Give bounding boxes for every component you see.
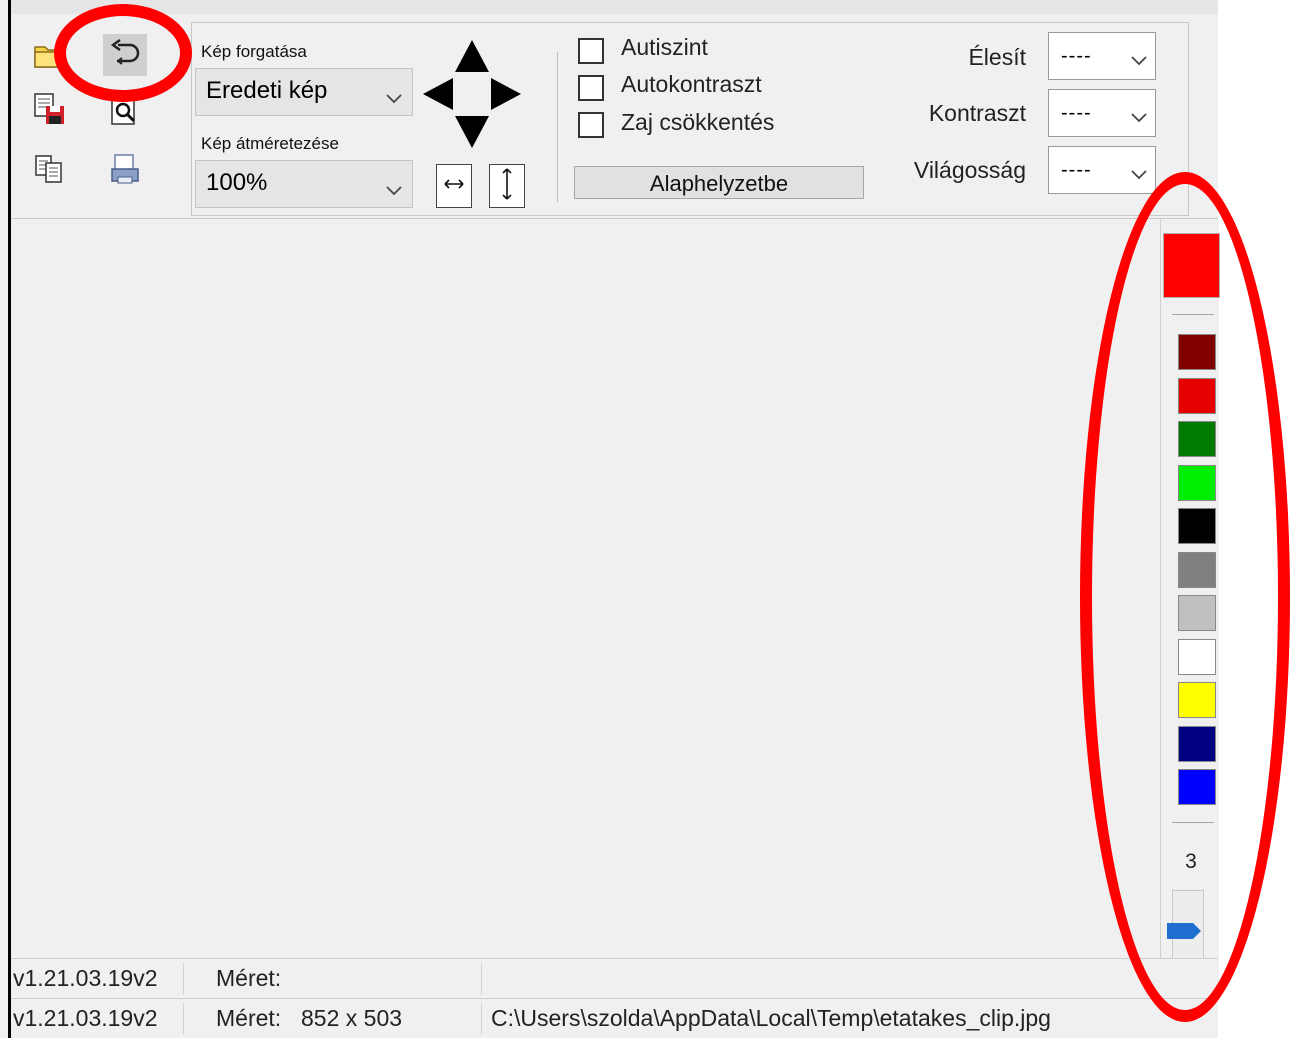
- brightness-value: ----: [1061, 159, 1092, 181]
- version-label: v1.21.03.19v2: [13, 965, 158, 991]
- chevron-down-icon: [1131, 49, 1147, 72]
- status-divider: [183, 1003, 184, 1035]
- rotate-select-value: Eredeti kép: [206, 77, 328, 104]
- rotate-select[interactable]: Eredeti kép: [195, 68, 413, 116]
- checkbox-autokontraszt-label: Autokontraszt: [621, 71, 762, 97]
- arrow-right-icon[interactable]: [491, 78, 521, 110]
- undo-icon: [108, 37, 142, 74]
- version-label: v1.21.03.19v2: [13, 1005, 158, 1031]
- size-label: Méret:: [216, 965, 282, 991]
- status-divider: [183, 963, 184, 995]
- arrow-left-icon[interactable]: [423, 78, 453, 110]
- contrast-value: ----: [1061, 102, 1092, 124]
- copy-icon: [33, 153, 65, 190]
- save-as-button[interactable]: [27, 90, 71, 132]
- open-folder-button[interactable]: [27, 36, 71, 78]
- chevron-down-icon: [386, 83, 402, 111]
- color-swatch[interactable]: [1178, 508, 1216, 544]
- print-button[interactable]: [103, 150, 147, 192]
- copy-button[interactable]: [27, 150, 71, 192]
- image-canvas[interactable]: [11, 219, 1159, 954]
- folder-icon: [33, 41, 65, 74]
- title-strip: [11, 0, 1218, 15]
- color-swatch[interactable]: [1178, 421, 1216, 457]
- contrast-label: Kontraszt: [928, 100, 1026, 126]
- arrow-down-icon[interactable]: [455, 116, 489, 148]
- fit-height-button[interactable]: [489, 164, 525, 208]
- slider-thumb-icon[interactable]: [1167, 921, 1203, 946]
- color-swatch[interactable]: [1178, 595, 1216, 631]
- size-value: 852 x 503: [301, 1005, 403, 1031]
- contrast-select[interactable]: ----: [1048, 89, 1156, 137]
- status-divider: [481, 1003, 482, 1035]
- resize-select[interactable]: 100%: [195, 160, 413, 208]
- color-swatch[interactable]: [1178, 334, 1216, 370]
- resize-label: Kép átméretezése: [201, 134, 339, 153]
- size-label: Méret:: [216, 1005, 282, 1031]
- magnifier-doc-icon: [108, 91, 142, 132]
- color-swatch[interactable]: [1178, 725, 1216, 762]
- color-swatch[interactable]: [1178, 377, 1216, 414]
- file-path: C:\Users\szolda\AppData\Local\Temp\etata…: [491, 1005, 1051, 1031]
- status-bar-2: v1.21.03.19v2 Méret: 852 x 503 C:\Users\…: [11, 998, 1218, 1037]
- color-swatch[interactable]: [1178, 551, 1216, 588]
- toolbar: Kép forgatása Eredeti kép Kép átméretezé…: [11, 14, 1218, 219]
- chevron-down-icon: [1131, 106, 1147, 129]
- horizontal-arrows-icon: [443, 177, 465, 195]
- printer-icon: [109, 152, 141, 191]
- rotate-label: Kép forgatása: [201, 42, 307, 61]
- reset-button[interactable]: Alaphelyzetbe: [574, 166, 864, 199]
- chevron-down-icon: [1131, 163, 1147, 186]
- sharpen-value: ----: [1061, 45, 1092, 67]
- selected-color-swatch[interactable]: [1163, 233, 1220, 298]
- checkbox-zaj[interactable]: [578, 112, 604, 138]
- undo-button[interactable]: [103, 34, 147, 76]
- status-divider: [481, 963, 482, 995]
- arrow-up-icon[interactable]: [455, 40, 489, 72]
- sharpen-label: Élesít: [968, 44, 1026, 70]
- color-swatch[interactable]: [1178, 464, 1216, 501]
- color-swatch[interactable]: [1178, 638, 1216, 675]
- checkbox-zaj-label: Zaj csökkentés: [621, 109, 775, 135]
- color-swatch[interactable]: [1178, 769, 1216, 805]
- color-swatch[interactable]: [1178, 682, 1216, 718]
- brightness-select[interactable]: ----: [1048, 146, 1156, 194]
- print-preview-button[interactable]: [103, 90, 147, 132]
- pen-size-value: 3: [1185, 850, 1197, 873]
- save-doc-icon: [32, 91, 66, 132]
- palette-separator: [1172, 822, 1214, 823]
- palette-separator: [1172, 314, 1214, 315]
- checkbox-autiszint-label: Autiszint: [621, 34, 708, 60]
- vertical-arrows-icon: [501, 167, 513, 206]
- brightness-label: Világosság: [913, 157, 1026, 183]
- sharpen-select[interactable]: ----: [1048, 32, 1156, 80]
- resize-select-value: 100%: [206, 169, 268, 196]
- checkbox-autokontraszt[interactable]: [578, 75, 604, 101]
- toolbar-separator: [557, 52, 558, 202]
- status-bar-1: v1.21.03.19v2 Méret:: [11, 958, 1218, 997]
- direction-pad: [421, 38, 523, 150]
- checkbox-autiszint[interactable]: [578, 38, 604, 64]
- chevron-down-icon: [386, 175, 402, 203]
- fit-width-button[interactable]: [436, 164, 472, 208]
